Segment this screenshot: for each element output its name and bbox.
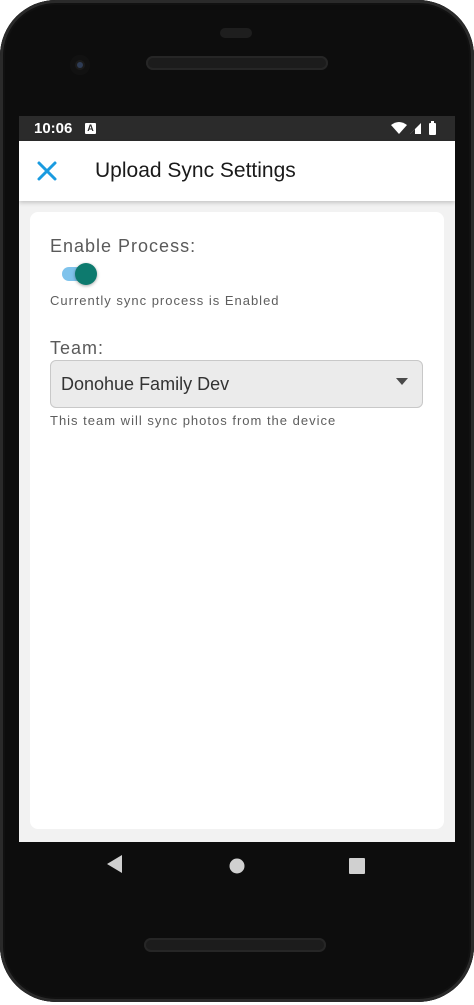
back-button[interactable] [107, 855, 123, 878]
team-label: Team: [50, 338, 105, 358]
team-select[interactable]: Donohue Family Dev [50, 360, 423, 408]
home-circle-icon [229, 858, 245, 874]
wifi-icon [391, 122, 407, 134]
android-nav-bar [0, 842, 474, 892]
recents-square-icon [349, 858, 365, 874]
enable-process-helper: Currently sync process is Enabled [50, 293, 280, 308]
close-icon [37, 161, 57, 181]
toggle-thumb [75, 263, 97, 285]
status-bar: 10:06 A [19, 116, 455, 141]
notification-a-icon: A [85, 123, 96, 134]
wifi-signal-battery-icon [391, 121, 436, 135]
page-title: Upload Sync Settings [95, 159, 296, 182]
bottom-speaker [144, 938, 326, 952]
earpiece [220, 28, 252, 38]
team-helper: This team will sync photos from the devi… [50, 413, 337, 428]
enable-process-toggle[interactable] [62, 262, 98, 286]
settings-card: Enable Process: Currently sync process i… [30, 212, 444, 829]
enable-process-label: Enable Process: [50, 236, 197, 256]
phone-frame: 10:06 A Upload Sync Settings Enable Proc… [0, 0, 474, 1002]
home-button[interactable] [229, 858, 245, 879]
recents-button[interactable] [349, 858, 365, 879]
top-speaker [146, 56, 328, 70]
back-triangle-icon [107, 855, 122, 873]
close-button[interactable] [29, 153, 65, 189]
app-bar: Upload Sync Settings [19, 141, 455, 201]
front-camera [70, 55, 90, 75]
screen: 10:06 A Upload Sync Settings Enable Proc… [19, 116, 455, 842]
status-time: 10:06 [34, 120, 73, 137]
chevron-down-icon [396, 378, 408, 385]
team-select-value: Donohue Family Dev [61, 374, 230, 394]
battery-icon [429, 123, 436, 135]
status-icons [391, 121, 441, 136]
